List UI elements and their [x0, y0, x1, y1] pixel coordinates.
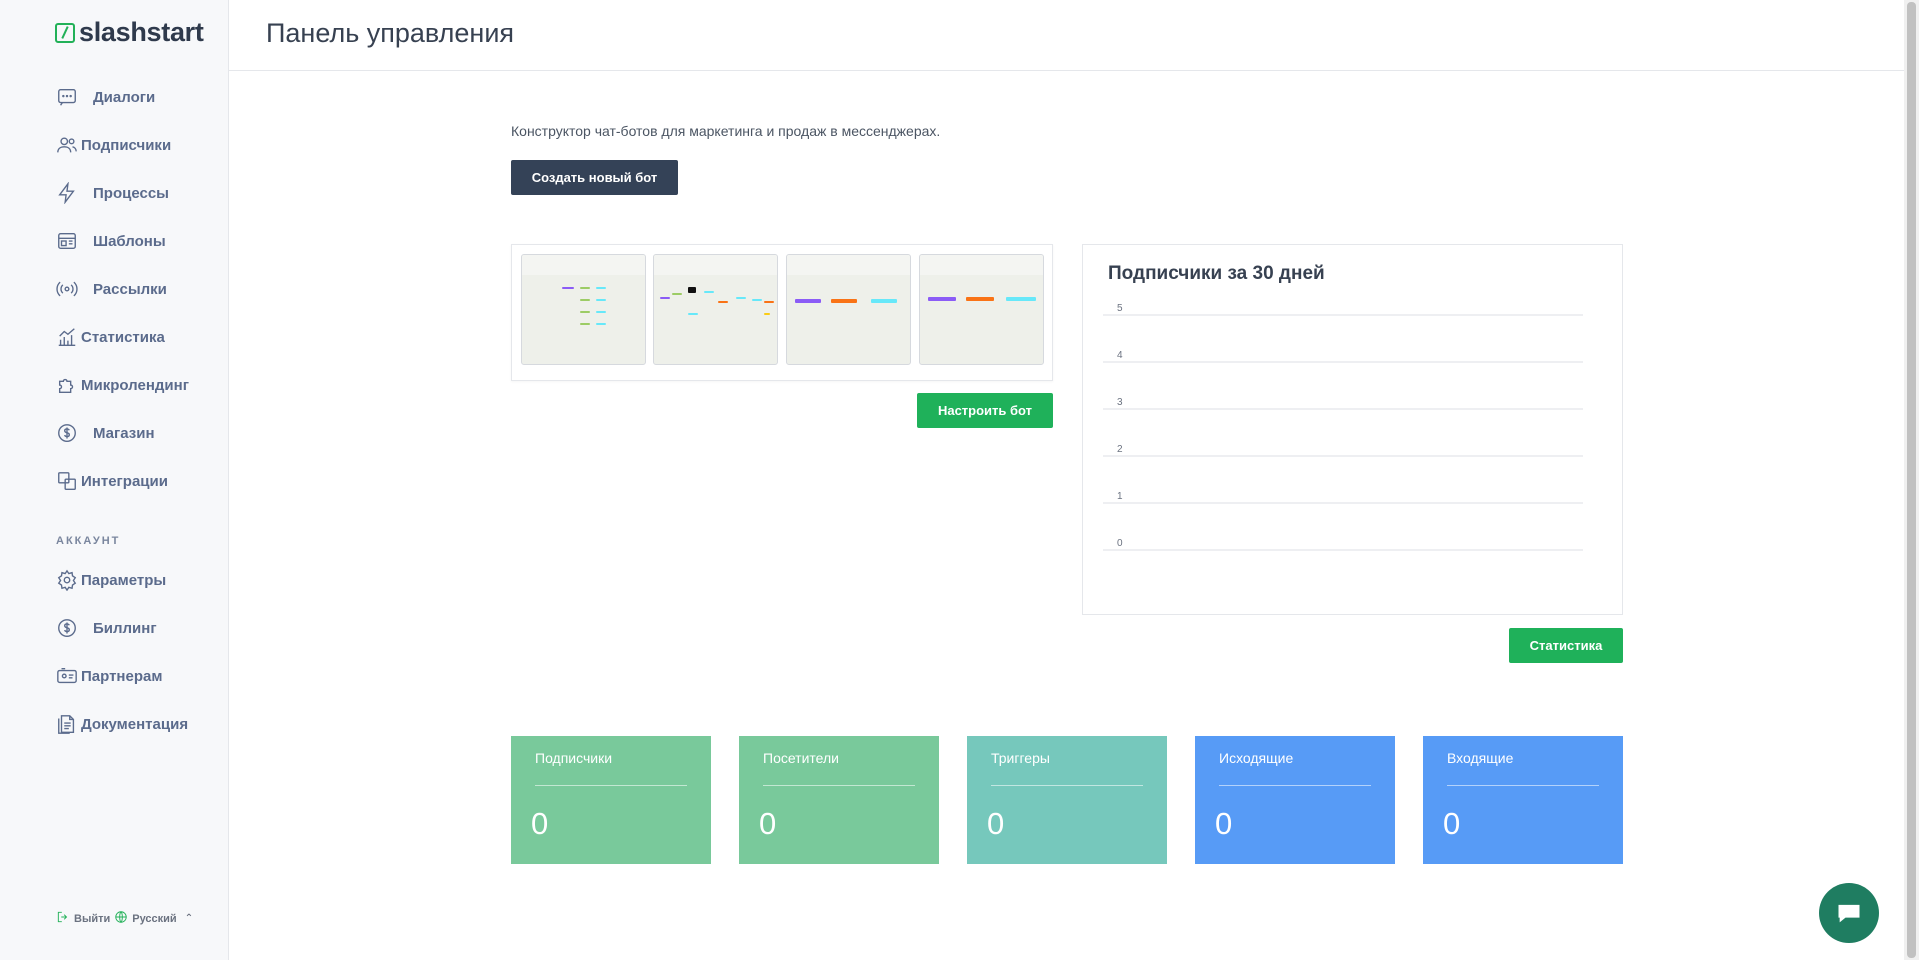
language-selector[interactable]: Русский [132, 913, 176, 925]
account-nav: Параметры Биллинг Партнерам Документация [55, 556, 225, 748]
bot-preview-card[interactable] [511, 244, 1053, 381]
chart-title: Подписчики за 30 дней [1108, 263, 1325, 284]
sidebar-item-processes[interactable]: Процессы [55, 169, 225, 217]
users-icon [55, 133, 79, 157]
main-nav: Диалоги Подписчики Процессы Шаблоны Расс… [55, 73, 225, 505]
statistics-button[interactable]: Статистика [1509, 628, 1623, 663]
stat-tile-outgoing: Исходящие 0 [1195, 736, 1395, 864]
stat-value: 0 [987, 806, 1005, 841]
subscribers-chart-card: Подписчики за 30 дней 0 1 2 3 4 5 [1082, 244, 1623, 615]
stat-tile-incoming: Входящие 0 [1423, 736, 1623, 864]
logout-icon [56, 910, 70, 927]
sidebar-item-label: Параметры [81, 571, 167, 589]
sidebar-item-broadcasts[interactable]: Рассылки [55, 265, 225, 313]
configure-bot-button[interactable]: Настроить бот [917, 393, 1053, 428]
y-tick-label: 2 [1117, 444, 1123, 455]
bolt-icon [55, 181, 79, 205]
stat-label: Посетители [763, 750, 839, 766]
y-tick-label: 4 [1117, 350, 1123, 361]
sidebar-item-integrations[interactable]: Интеграции [55, 457, 225, 505]
page-title: Панель управления [266, 18, 515, 48]
stat-label: Исходящие [1219, 750, 1294, 766]
sidebar-item-documentation[interactable]: Документация [55, 700, 225, 748]
document-icon [55, 712, 79, 736]
sidebar-item-templates[interactable]: Шаблоны [55, 217, 225, 265]
subscribers-chart: 0 1 2 3 4 5 [1103, 303, 1583, 551]
sidebar-item-subscribers[interactable]: Подписчики [55, 121, 225, 169]
sidebar-item-statistics[interactable]: Статистика [55, 313, 225, 361]
stat-tile-visitors: Посетители 0 [739, 736, 939, 864]
sidebar-item-label: Интеграции [81, 472, 168, 490]
sidebar-item-label: Биллинг [93, 619, 157, 637]
sidebar-item-label: Шаблоны [93, 232, 166, 250]
broadcast-icon [55, 277, 79, 301]
sidebar-item-label: Рассылки [93, 280, 167, 298]
logout-link[interactable]: Выйти [74, 913, 110, 925]
y-tick-label: 3 [1117, 397, 1123, 408]
y-tick-label: 5 [1117, 303, 1123, 314]
sidebar-item-label: Диалоги [93, 88, 156, 106]
gear-icon [55, 568, 79, 592]
page-scrollbar[interactable] [1904, 0, 1919, 960]
chat-bubble-icon [1838, 904, 1860, 923]
sidebar-item-label: Процессы [93, 184, 169, 202]
sidebar-item-microlanding[interactable]: Микролендинг [55, 361, 225, 409]
sidebar-item-label: Магазин [93, 424, 155, 442]
chat-widget-button[interactable] [1819, 883, 1879, 943]
header: Панель управления [229, 0, 1904, 71]
dollar-icon [55, 616, 79, 640]
sidebar-footer: Выйти Русский ⌃ [56, 910, 193, 927]
stat-value: 0 [1215, 806, 1233, 841]
sidebar-item-shop[interactable]: Магазин [55, 409, 225, 457]
intro-text: Конструктор чат-ботов для маркетинга и п… [511, 123, 941, 139]
create-bot-button[interactable]: Создать новый бот [511, 160, 678, 195]
sidebar-item-dialogs[interactable]: Диалоги [55, 73, 225, 121]
bot-flow-thumbnail[interactable] [919, 254, 1044, 365]
stat-tile-triggers: Триггеры 0 [967, 736, 1167, 864]
stat-label: Входящие [1447, 750, 1514, 766]
account-section-title: АККАУНТ [56, 535, 121, 547]
sidebar: slashstart Диалоги Подписчики Процессы Ш… [0, 0, 229, 960]
stat-value: 0 [1443, 806, 1461, 841]
sidebar-item-label: Документация [81, 715, 189, 733]
bot-flow-thumbnail[interactable] [521, 254, 646, 365]
y-tick-label: 0 [1117, 538, 1123, 549]
bot-flow-thumbnail[interactable] [786, 254, 911, 365]
stat-tile-subscribers: Подписчики 0 [511, 736, 711, 864]
globe-icon [114, 910, 128, 927]
sidebar-item-label: Статистика [81, 328, 165, 346]
bot-flow-thumbnail[interactable] [653, 254, 778, 365]
sidebar-item-billing[interactable]: Биллинг [55, 604, 225, 652]
brand-name: slashstart [79, 17, 204, 47]
sidebar-item-label: Партнерам [81, 667, 163, 685]
chat-icon [55, 85, 79, 109]
integration-icon [55, 469, 79, 493]
stat-value: 0 [531, 806, 549, 841]
stat-label: Подписчики [535, 750, 613, 766]
sidebar-item-settings[interactable]: Параметры [55, 556, 225, 604]
stat-label: Триггеры [991, 750, 1050, 766]
template-icon [55, 229, 79, 253]
logo-mark-icon [55, 22, 75, 43]
puzzle-icon [55, 373, 79, 397]
chart-icon [55, 325, 79, 349]
chevron-up-icon[interactable]: ⌃ [185, 913, 193, 924]
brand-logo[interactable]: slashstart [55, 17, 204, 48]
partner-icon [55, 664, 79, 688]
sidebar-item-label: Подписчики [81, 136, 172, 154]
stat-value: 0 [759, 806, 777, 841]
sidebar-item-partners[interactable]: Партнерам [55, 652, 225, 700]
y-tick-label: 1 [1117, 491, 1123, 502]
dollar-icon [55, 421, 79, 445]
sidebar-item-label: Микролендинг [81, 376, 189, 394]
